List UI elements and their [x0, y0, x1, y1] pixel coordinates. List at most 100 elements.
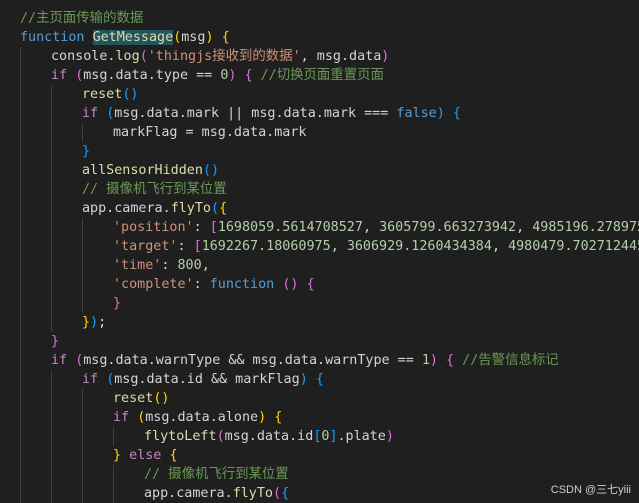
- indent-guide: [20, 332, 21, 351]
- code-token: ): [299, 372, 308, 387]
- code-line[interactable]: function GetMessage(msg) {: [0, 28, 639, 47]
- code-token: // 摄像机飞行到某位置: [82, 182, 227, 197]
- code-token: reset: [113, 391, 154, 406]
- code-line[interactable]: reset(): [0, 85, 639, 104]
- code-area[interactable]: //主页面传输的数据 function GetMessage(msg) {cons…: [0, 9, 639, 503]
- indent-guide: [51, 161, 52, 180]
- code-token: ;: [98, 315, 107, 330]
- code-token: ): [385, 429, 394, 444]
- code-line[interactable]: }: [0, 294, 639, 313]
- code-token: {: [452, 106, 461, 121]
- code-token: ): [205, 30, 214, 45]
- indent-guide: [20, 408, 21, 427]
- code-line[interactable]: if (msg.data.id && markFlag) {: [0, 370, 639, 389]
- code-editor[interactable]: //主页面传输的数据 function GetMessage(msg) {cons…: [0, 0, 639, 503]
- code-line[interactable]: reset(): [0, 389, 639, 408]
- indent-guide: [20, 85, 21, 104]
- indent-guide: [82, 389, 83, 408]
- indent-guide: [20, 180, 21, 199]
- code-token: {: [446, 353, 455, 368]
- indent-guide: [20, 199, 21, 218]
- indent-guide: [20, 161, 21, 180]
- code-line[interactable]: allSensorHidden(): [0, 161, 639, 180]
- code-token: [: [193, 239, 202, 254]
- indent-guide: [51, 275, 52, 294]
- code-line[interactable]: // 摄像机飞行到某位置: [0, 465, 639, 484]
- indent-guide: [82, 484, 83, 503]
- code-token: console.: [51, 49, 116, 64]
- code-line[interactable]: 'target': [1692267.18060975, 3606929.126…: [0, 237, 639, 256]
- code-line[interactable]: 'position': [1698059.5614708527, 3605799…: [0, 218, 639, 237]
- code-token: if: [82, 106, 99, 121]
- code-line[interactable]: if (msg.data.mark || msg.data.mark === f…: [0, 104, 639, 123]
- code-line[interactable]: });: [0, 313, 639, 332]
- code-line[interactable]: markFlag = msg.data.mark: [0, 123, 639, 142]
- indent-guide: [82, 275, 83, 294]
- code-token: flyTo: [170, 201, 211, 216]
- code-token: else: [129, 448, 162, 463]
- indent-guide: [20, 294, 21, 313]
- code-token: msg.data.warnType && msg.data.warnType =…: [83, 353, 422, 368]
- indent-guide: [51, 123, 52, 142]
- code-token: 3605799.663273942: [379, 220, 517, 235]
- code-token: msg.data.alone: [145, 410, 259, 425]
- indent-guide: [113, 427, 114, 446]
- code-token: ): [429, 353, 438, 368]
- code-token: GetMessage: [92, 30, 174, 45]
- indent-guide: [20, 47, 21, 66]
- code-token: msg.data.id: [224, 429, 314, 444]
- code-line[interactable]: }: [0, 332, 639, 351]
- indent-guide: [82, 465, 83, 484]
- code-line[interactable]: } else {: [0, 446, 639, 465]
- code-token: {: [315, 372, 324, 387]
- code-token: :: [193, 220, 210, 235]
- indent-guide: [113, 484, 114, 503]
- code-line[interactable]: app.camera.flyTo({: [0, 199, 639, 218]
- code-line[interactable]: // 摄像机飞行到某位置: [0, 180, 639, 199]
- code-line[interactable]: flytoLeft(msg.data.id[0].plate): [0, 427, 639, 446]
- code-line[interactable]: console.log('thingjs接收到的数据', msg.data): [0, 47, 639, 66]
- code-token: :: [161, 258, 178, 273]
- code-line[interactable]: }: [0, 142, 639, 161]
- code-line[interactable]: //主页面传输的数据: [0, 9, 639, 28]
- indent-guide: [20, 389, 21, 408]
- indent-guide: [51, 408, 52, 427]
- code-token: msg.data.mark || msg.data.mark ===: [114, 106, 397, 121]
- indent-guide: [82, 218, 83, 237]
- indent-guide: [20, 427, 21, 446]
- code-line[interactable]: if (msg.data.warnType && msg.data.warnTy…: [0, 351, 639, 370]
- code-token: ): [258, 410, 267, 425]
- code-token: ): [436, 106, 445, 121]
- code-token: ,: [201, 258, 210, 273]
- code-line[interactable]: if (msg.data.alone) {: [0, 408, 639, 427]
- indent-guide: [82, 446, 83, 465]
- code-token: if: [82, 372, 99, 387]
- indent-guide: [82, 123, 83, 142]
- code-token: {: [221, 30, 230, 45]
- code-token: }: [51, 334, 60, 349]
- indent-guide: [51, 465, 52, 484]
- code-line[interactable]: if (msg.data.type == 0) { //切换页面重置页面: [0, 66, 639, 85]
- indent-guide: [20, 66, 21, 85]
- code-token: if: [51, 68, 68, 83]
- code-line[interactable]: app.camera.flyTo({: [0, 484, 639, 503]
- code-token: msg.data.id && markFlag: [114, 372, 300, 387]
- code-token: (: [273, 486, 282, 501]
- indent-guide: [82, 256, 83, 275]
- code-token: ,: [491, 239, 509, 254]
- indent-guide: [20, 218, 21, 237]
- code-line[interactable]: 'complete': function () {: [0, 275, 639, 294]
- code-token: {: [274, 410, 283, 425]
- indent-guide: [20, 370, 21, 389]
- code-line[interactable]: 'time': 800,: [0, 256, 639, 275]
- code-token: (: [216, 429, 225, 444]
- code-token: msg: [181, 30, 206, 45]
- code-token: ,: [362, 220, 380, 235]
- indent-guide: [51, 446, 52, 465]
- code-token: }: [82, 144, 91, 159]
